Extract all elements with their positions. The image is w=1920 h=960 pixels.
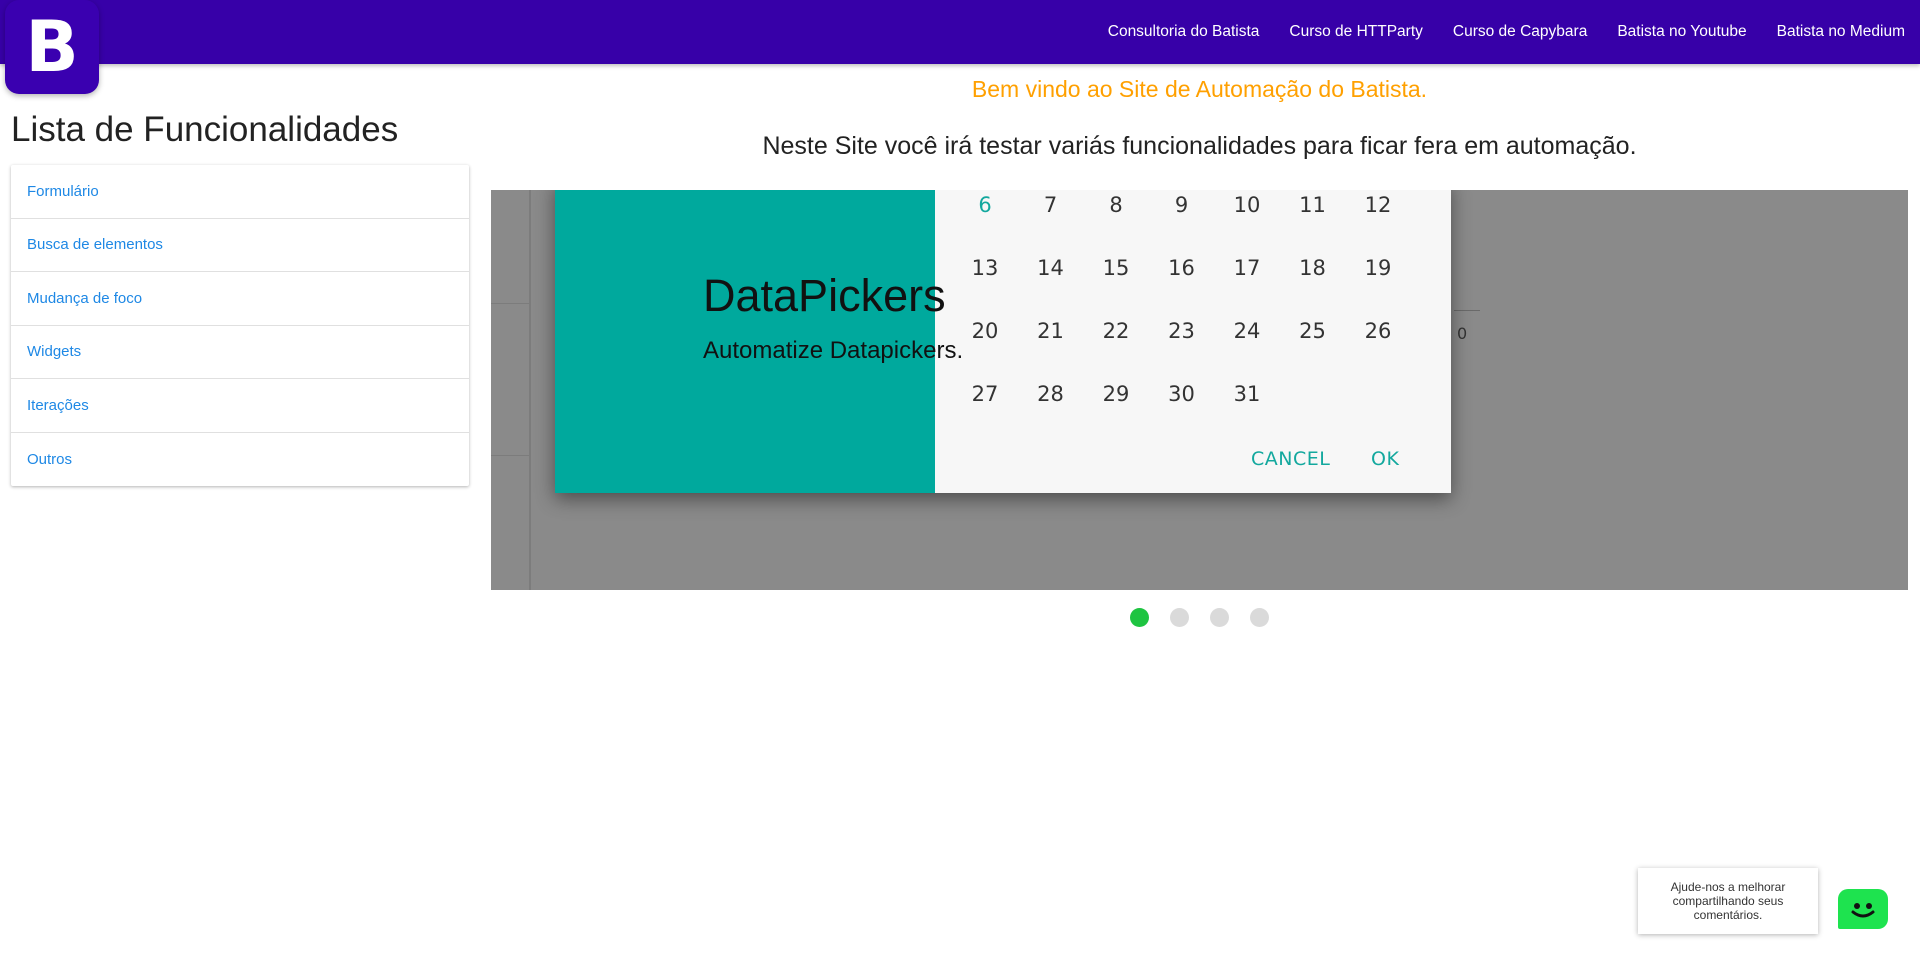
calendar-day[interactable]: 24 <box>1222 319 1272 343</box>
nav-link-httparty[interactable]: Curso de HTTParty <box>1274 23 1438 41</box>
nav-links: Consultoria do Batista Curso de HTTParty… <box>1093 0 1920 64</box>
datepicker-calendar-panel: 6 7 8 9 10 11 12 13 14 15 16 17 18 19 20 21 22 23 24 25 26 27… <box>935 190 1451 493</box>
slide-bg-axis-label: 0 <box>1457 324 1468 343</box>
calendar-day[interactable]: 26 <box>1353 319 1403 343</box>
logo-letter: B <box>25 6 79 88</box>
calendar-day[interactable]: 12 <box>1353 193 1403 217</box>
sidebar-item-label[interactable]: Widgets <box>27 343 81 360</box>
calendar-day[interactable]: 9 <box>1157 193 1207 217</box>
calendar-day[interactable]: 22 <box>1091 319 1141 343</box>
calendar-day[interactable]: 8 <box>1091 193 1141 217</box>
slide-bg-divider <box>491 455 531 456</box>
sidebar-item-formulario[interactable]: Formulário <box>11 165 469 219</box>
slide-caption-text: Automatize Datapickers. <box>703 337 964 364</box>
calendar-day[interactable]: 17 <box>1222 256 1272 280</box>
calendar-day[interactable]: 30 <box>1157 382 1207 406</box>
sidebar-item-label[interactable]: Busca de elementos <box>27 236 163 253</box>
cancel-button[interactable]: CANCEL <box>1251 448 1330 470</box>
carousel-indicator[interactable] <box>1130 608 1149 627</box>
calendar-day[interactable]: 18 <box>1288 256 1338 280</box>
sidebar-title: Lista de Funcionalidades <box>11 110 399 149</box>
carousel-indicators <box>1130 608 1269 627</box>
sidebar-item-outros[interactable]: Outros <box>11 433 469 487</box>
calendar-day[interactable]: 29 <box>1091 382 1141 406</box>
calendar-day[interactable]: 6 <box>960 193 1010 217</box>
sidebar-item-widgets[interactable]: Widgets <box>11 326 469 379</box>
welcome-message: Bem vindo ao Site de Automação do Batist… <box>971 76 1428 102</box>
sidebar-item-busca-de-elementos[interactable]: Busca de elementos <box>11 219 469 272</box>
nav-link-medium[interactable]: Batista no Medium <box>1762 23 1920 41</box>
sidebar-item-label[interactable]: Formulário <box>27 183 99 200</box>
slide-bg-tick <box>1454 310 1480 311</box>
feedback-button[interactable] <box>1838 889 1888 929</box>
top-navbar: Consultoria do Batista Curso de HTTParty… <box>0 0 1920 64</box>
nav-link-youtube[interactable]: Batista no Youtube <box>1602 23 1761 41</box>
nav-link-consultoria[interactable]: Consultoria do Batista <box>1093 23 1275 41</box>
calendar-day[interactable]: 11 <box>1288 193 1338 217</box>
sidebar-item-iteracoes[interactable]: Iterações <box>11 379 469 433</box>
ok-button[interactable]: OK <box>1371 448 1399 470</box>
carousel-indicator[interactable] <box>1170 608 1189 627</box>
calendar-day[interactable]: 27 <box>960 382 1010 406</box>
calendar-day[interactable]: 20 <box>960 319 1010 343</box>
slide-bg-divider <box>529 190 531 590</box>
carousel-indicator[interactable] <box>1250 608 1269 627</box>
calendar-day[interactable]: 10 <box>1222 193 1272 217</box>
calendar-day[interactable]: 13 <box>960 256 1010 280</box>
calendar-day[interactable]: 15 <box>1091 256 1141 280</box>
calendar-day[interactable]: 25 <box>1288 319 1338 343</box>
carousel[interactable]: 0 6 7 8 9 10 11 12 13 14 15 16 17 18 19 20 21 22 23 24 25 26… <box>491 190 1908 590</box>
sidebar-list: Formulário Busca de elementos Mudança de… <box>11 165 469 486</box>
nav-link-capybara[interactable]: Curso de Capybara <box>1438 23 1602 41</box>
page-subtitle: Neste Site você irá testar variás funcio… <box>762 132 1637 160</box>
smiley-icon <box>1851 903 1875 918</box>
sidebar-item-label[interactable]: Mudança de foco <box>27 290 142 307</box>
feedback-text: Ajude-nos a melhorar compartilhando seus… <box>1670 880 1786 922</box>
calendar-day[interactable]: 14 <box>1026 256 1076 280</box>
slide-caption-title: DataPickers <box>703 270 946 321</box>
brand-logo[interactable]: B <box>5 0 99 94</box>
carousel-indicator[interactable] <box>1210 608 1229 627</box>
sidebar-item-mudanca-de-foco[interactable]: Mudança de foco <box>11 272 469 326</box>
calendar-day[interactable]: 7 <box>1026 193 1076 217</box>
slide-bg-divider <box>491 303 531 304</box>
calendar-day[interactable]: 16 <box>1157 256 1207 280</box>
calendar-day[interactable]: 28 <box>1026 382 1076 406</box>
calendar-day[interactable]: 21 <box>1026 319 1076 343</box>
feedback-tooltip: Ajude-nos a melhorar compartilhando seus… <box>1638 868 1818 934</box>
calendar-day[interactable]: 31 <box>1222 382 1272 406</box>
calendar-day[interactable]: 19 <box>1353 256 1403 280</box>
sidebar-item-label[interactable]: Outros <box>27 451 72 468</box>
calendar-day[interactable]: 23 <box>1157 319 1207 343</box>
datepicker-dialog-image: 6 7 8 9 10 11 12 13 14 15 16 17 18 19 20 21 22 23 24 25 26 27… <box>555 190 1451 493</box>
sidebar-item-label[interactable]: Iterações <box>27 397 89 414</box>
